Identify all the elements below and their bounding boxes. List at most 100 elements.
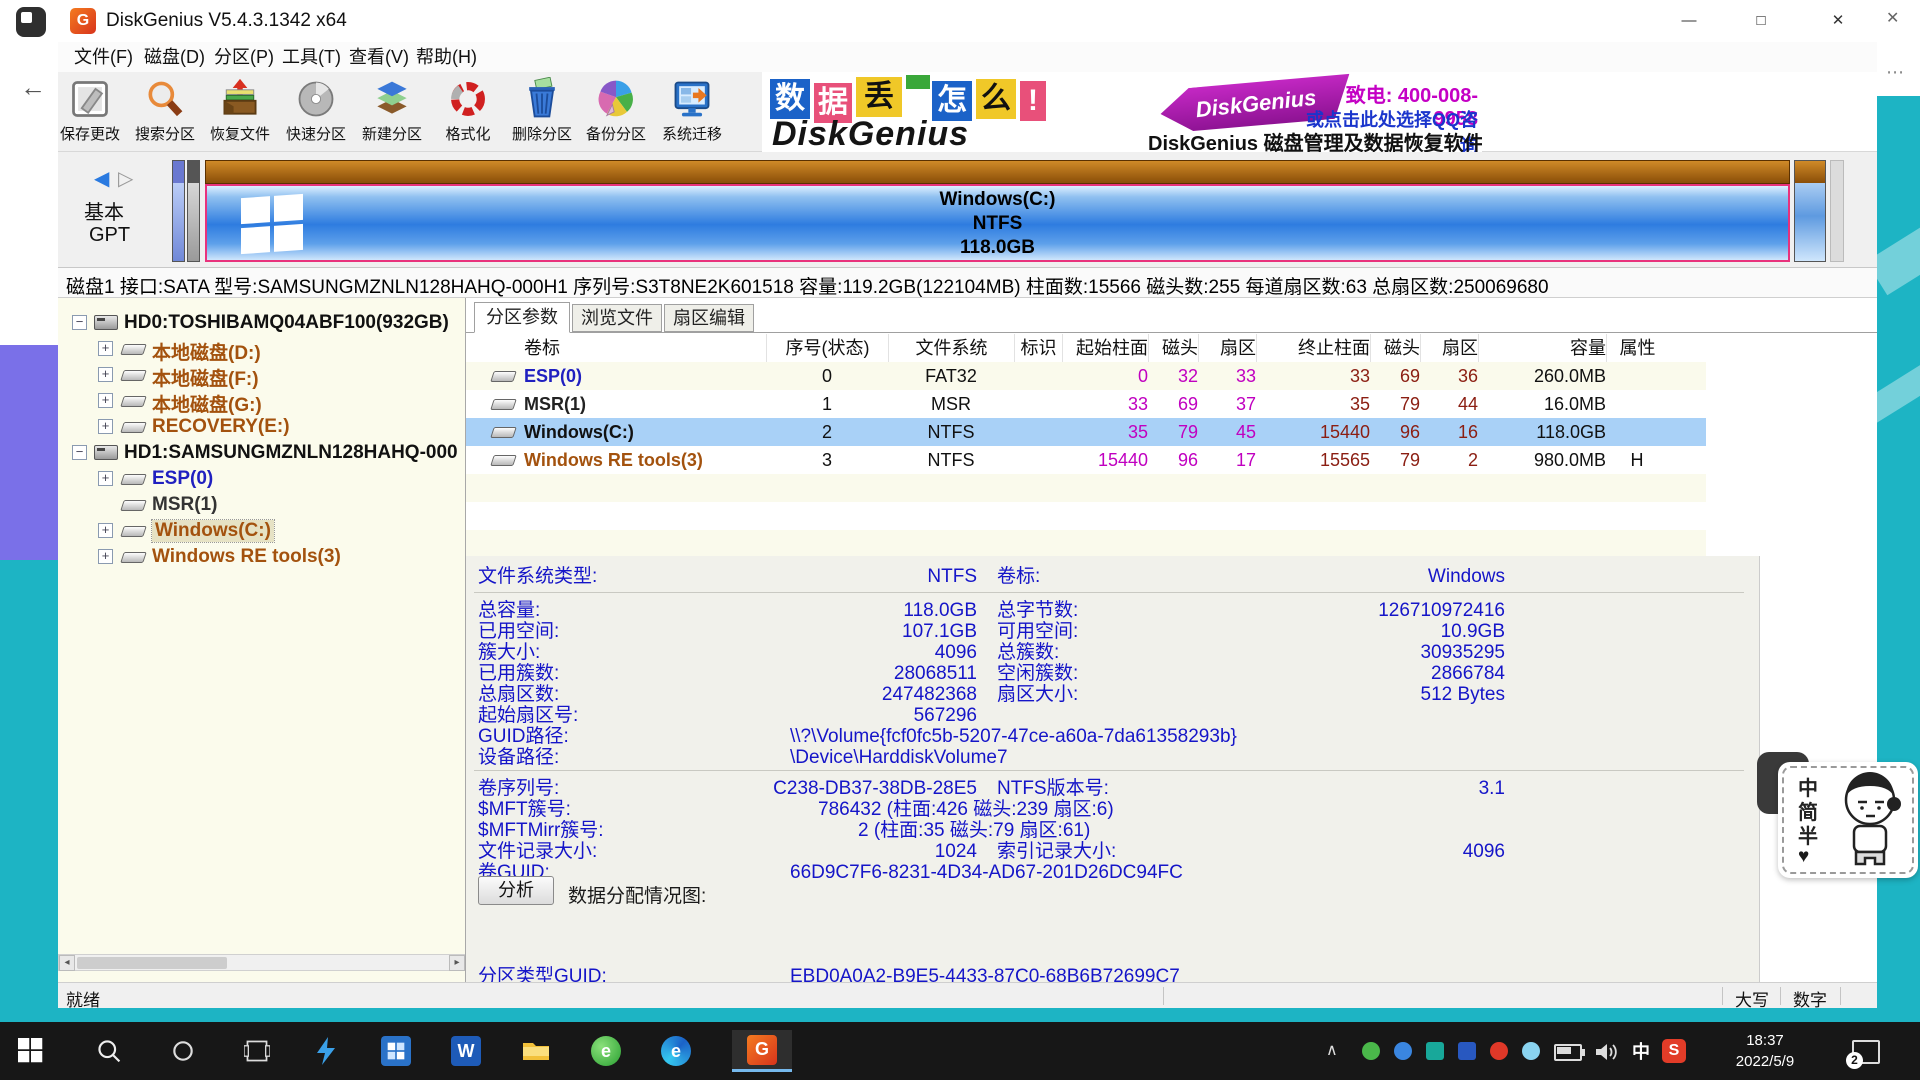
maximize-button[interactable]: □ bbox=[1730, 0, 1792, 42]
toolbar-quick-partition-button[interactable]: 快速分区 bbox=[278, 77, 354, 149]
toolbar-recover-files-button[interactable]: 恢复文件 bbox=[202, 77, 278, 149]
expand-icon[interactable]: + bbox=[98, 549, 113, 564]
tree-item-hd1[interactable]: − HD1:SAMSUNGMZNLN128HAHQ-000 bbox=[58, 440, 466, 466]
tree-horizontal-scrollbar[interactable]: ◂ ▸ bbox=[58, 954, 465, 971]
tree-item-local-disk-g[interactable]: + 本地磁盘(G:) bbox=[58, 388, 466, 414]
toolbar-system-migration-button[interactable]: 系统迁移 bbox=[654, 77, 730, 149]
col-header-end-cylinder[interactable]: 终止柱面 bbox=[1256, 334, 1370, 362]
tray-icon-green[interactable] bbox=[1362, 1042, 1380, 1060]
expand-icon[interactable]: + bbox=[98, 419, 113, 434]
task-view-icon[interactable] bbox=[244, 1038, 274, 1068]
ad-banner[interactable]: 数 据 丢 怎 么 ! DiskGenius DiskGenius 致电: 40… bbox=[762, 73, 1482, 152]
toolbar-delete-partition-button[interactable]: 删除分区 bbox=[504, 77, 580, 149]
toolbar-backup-partition-button[interactable]: 备份分区 bbox=[578, 77, 654, 149]
scroll-right-icon[interactable]: ▸ bbox=[449, 955, 465, 971]
tray-icon-red[interactable] bbox=[1490, 1042, 1508, 1060]
mini-partition-msr[interactable] bbox=[187, 160, 200, 262]
table-row-esp[interactable]: ESP(0) 0 FAT32 0 32 33 33 69 36 260.0MB bbox=[466, 362, 1706, 390]
menu-view[interactable]: 查看(V) bbox=[343, 44, 415, 70]
col-header-end-head[interactable]: 磁头 bbox=[1370, 334, 1420, 362]
toolbar-save-changes-button[interactable]: 保存更改 bbox=[52, 77, 128, 149]
battery-icon[interactable] bbox=[1554, 1044, 1582, 1061]
toolbar-format-button[interactable]: 格式化 bbox=[430, 77, 506, 149]
tree-item-esp[interactable]: + ESP(0) bbox=[58, 466, 466, 492]
start-button[interactable] bbox=[18, 1038, 48, 1068]
tray-expand-icon[interactable]: ∧ bbox=[1326, 1040, 1338, 1060]
menu-file[interactable]: 文件(F) bbox=[68, 44, 139, 70]
expand-icon[interactable]: + bbox=[98, 341, 113, 356]
pinned-edge-browser[interactable]: e bbox=[646, 1030, 706, 1072]
close-button[interactable]: ✕ bbox=[1802, 0, 1874, 42]
expand-icon[interactable]: + bbox=[98, 367, 113, 382]
tab-sector-edit[interactable]: 扇区编辑 bbox=[664, 304, 754, 332]
col-header-start-cylinder[interactable]: 起始柱面 bbox=[1062, 334, 1148, 362]
expand-icon[interactable]: + bbox=[98, 523, 113, 538]
toolbar-search-partition-button[interactable]: 搜索分区 bbox=[127, 77, 203, 149]
mini-partition-esp[interactable] bbox=[172, 160, 185, 262]
volume-icon[interactable] bbox=[1594, 1042, 1618, 1067]
partition-block-windows-c[interactable]: Windows(C:) NTFS 118.0GB bbox=[205, 160, 1790, 262]
col-header-capacity[interactable]: 容量 bbox=[1478, 334, 1606, 362]
nav-right-arrow-icon[interactable]: ▷ bbox=[118, 166, 133, 191]
diskgenius-taskbar-icon-active[interactable]: G bbox=[732, 1030, 792, 1072]
col-header-end-sector[interactable]: 扇区 bbox=[1420, 334, 1478, 362]
tray-icon-snowflake[interactable] bbox=[1522, 1042, 1540, 1060]
col-header-flag[interactable]: 标识 bbox=[1014, 334, 1062, 362]
pinned-word-app[interactable]: W bbox=[436, 1030, 496, 1072]
cortana-icon[interactable] bbox=[170, 1038, 200, 1068]
col-header-filesystem[interactable]: 文件系统 bbox=[888, 334, 1014, 362]
tree-item-msr[interactable]: MSR(1) bbox=[58, 492, 466, 518]
pinned-green-browser[interactable]: e bbox=[576, 1030, 636, 1072]
expand-icon[interactable]: + bbox=[98, 471, 113, 486]
tree-item-local-disk-f[interactable]: + 本地磁盘(F:) bbox=[58, 362, 466, 388]
table-empty-row bbox=[466, 530, 1706, 556]
table-row-windows-c-selected[interactable]: Windows(C:) 2 NTFS 35 79 45 15440 96 16 … bbox=[466, 418, 1706, 446]
menu-help[interactable]: 帮助(H) bbox=[410, 44, 483, 70]
col-header-start-sector[interactable]: 扇区 bbox=[1198, 334, 1256, 362]
collapse-icon[interactable]: − bbox=[72, 445, 87, 460]
mini-partition-windows-re[interactable] bbox=[1794, 160, 1826, 262]
tray-icon-blue[interactable] bbox=[1394, 1042, 1412, 1060]
expand-icon[interactable]: + bbox=[98, 393, 113, 408]
tree-item-recovery-e[interactable]: + RECOVERY(E:) bbox=[58, 414, 466, 440]
toolbar-new-partition-button[interactable]: 新建分区 bbox=[354, 77, 430, 149]
taskbar-clock[interactable]: 18:37 2022/5/9 bbox=[1700, 1030, 1830, 1072]
tray-icon-qq[interactable] bbox=[1458, 1042, 1476, 1060]
widget-dashed-frame: 中 简 半 ♥ bbox=[1782, 766, 1914, 874]
detail-row-mft-cluster: $MFT簇号:786432 (柱面:426 磁头:239 扇区:6) bbox=[466, 799, 1760, 820]
format-icon bbox=[430, 77, 506, 121]
sogou-icon[interactable]: S bbox=[1662, 1039, 1686, 1063]
analyze-button[interactable]: 分析 bbox=[478, 876, 554, 905]
tree-item-hd0[interactable]: − HD0:TOSHIBAMQ04ABF100(932GB) bbox=[58, 310, 466, 336]
scroll-left-icon[interactable]: ◂ bbox=[59, 955, 75, 971]
tree-item-windows-c[interactable]: + Windows(C:) bbox=[58, 518, 466, 544]
pinned-file-explorer[interactable] bbox=[506, 1030, 566, 1072]
col-header-volume-label[interactable]: 卷标 bbox=[476, 334, 766, 362]
col-header-attributes[interactable]: 属性 bbox=[1606, 334, 1668, 362]
table-row-windows-re-tools[interactable]: Windows RE tools(3) 3 NTFS 15440 96 17 1… bbox=[466, 446, 1706, 474]
tab-partition-params[interactable]: 分区参数 bbox=[474, 302, 570, 333]
nav-left-arrow-icon[interactable]: ◀ bbox=[94, 166, 109, 191]
pinned-store-app[interactable] bbox=[366, 1030, 426, 1072]
scrollbar-thumb[interactable] bbox=[77, 957, 227, 969]
table-row-msr[interactable]: MSR(1) 1 MSR 33 69 37 35 79 44 16.0MB bbox=[466, 390, 1706, 418]
partition-icon bbox=[120, 422, 147, 433]
partition-size: 118.0GB bbox=[207, 236, 1788, 260]
pinned-thunder-app[interactable] bbox=[296, 1030, 356, 1072]
col-header-seq-status[interactable]: 序号(状态) bbox=[766, 334, 888, 362]
col-header-start-head[interactable]: 磁头 bbox=[1148, 334, 1198, 362]
menu-tools[interactable]: 工具(T) bbox=[276, 44, 347, 70]
minimize-button[interactable]: — bbox=[1658, 0, 1720, 42]
tree-item-windows-re-tools[interactable]: + Windows RE tools(3) bbox=[58, 544, 466, 570]
menu-disk[interactable]: 磁盘(D) bbox=[138, 44, 211, 70]
tray-icon-teal[interactable] bbox=[1426, 1042, 1444, 1060]
disk-scheme-label: GPT bbox=[89, 224, 130, 247]
ime-indicator[interactable]: 中 bbox=[1632, 1038, 1650, 1064]
partition-icon bbox=[120, 474, 147, 485]
taskbar-search-icon[interactable] bbox=[96, 1038, 126, 1068]
tab-browse-files[interactable]: 浏览文件 bbox=[572, 304, 662, 332]
tree-item-local-disk-d[interactable]: + 本地磁盘(D:) bbox=[58, 336, 466, 362]
collapse-icon[interactable]: − bbox=[72, 315, 87, 330]
floating-widget[interactable]: 中 简 半 ♥ bbox=[1778, 762, 1918, 878]
menu-partition[interactable]: 分区(P) bbox=[208, 44, 280, 70]
